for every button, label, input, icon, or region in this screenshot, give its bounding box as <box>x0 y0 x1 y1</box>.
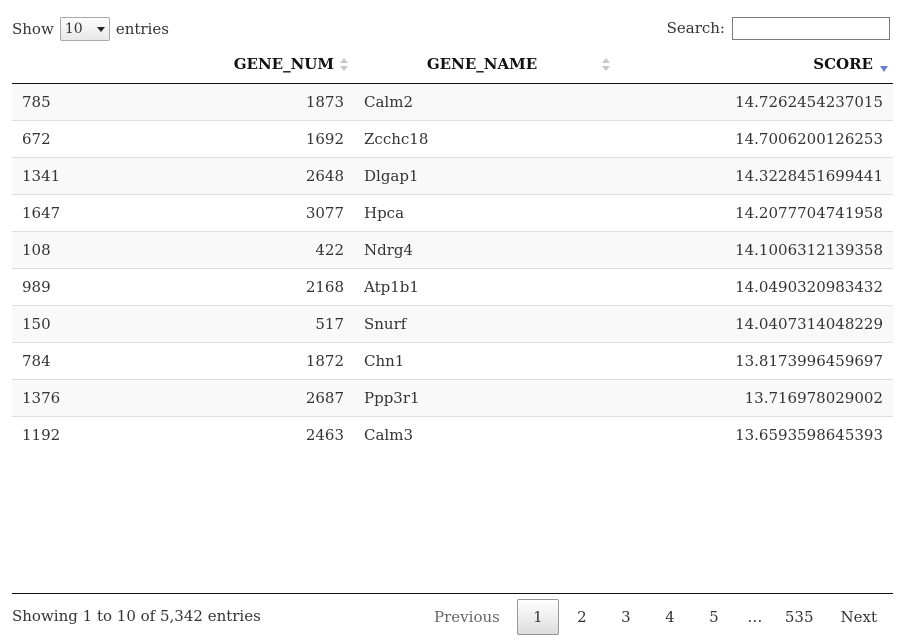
header-score[interactable]: SCORE <box>610 45 893 84</box>
cell-index: 1647 <box>12 194 104 232</box>
header-score-label: SCORE <box>813 55 873 73</box>
cell-score: 13.6593598645393 <box>610 416 893 453</box>
cell-score: 14.0490320983432 <box>610 268 893 306</box>
cell-gene-num: 2687 <box>104 379 354 417</box>
cell-score: 13.716978029002 <box>610 379 893 417</box>
table-row[interactable]: 1192 2463 Calm3 13.6593598645393 <box>12 416 893 453</box>
cell-gene-name: Calm2 <box>354 83 610 121</box>
cell-index: 1192 <box>12 416 104 453</box>
header-index <box>12 45 104 84</box>
cell-index: 1341 <box>12 157 104 195</box>
cell-score: 14.1006312139358 <box>610 231 893 269</box>
chevron-down-icon <box>96 26 105 32</box>
pagination: Previous 1 2 3 4 5 … 535 Next <box>417 598 892 636</box>
sort-desc-icon <box>880 66 888 72</box>
cell-index: 108 <box>12 231 104 269</box>
page-button-2[interactable]: 2 <box>561 599 603 635</box>
entries-per-page-select[interactable]: 10 <box>59 17 110 41</box>
cell-gene-name: Snurf <box>354 305 610 343</box>
table-row[interactable]: 108 422 Ndrg4 14.1006312139358 <box>12 231 893 269</box>
pagination-ellipsis: … <box>747 608 763 626</box>
cell-gene-num: 1692 <box>104 120 354 158</box>
cell-score: 14.7006200126253 <box>610 120 893 158</box>
cell-index: 785 <box>12 83 104 121</box>
cell-gene-name: Ndrg4 <box>354 231 610 269</box>
cell-gene-name: Ppp3r1 <box>354 379 610 417</box>
table-row[interactable]: 1376 2687 Ppp3r1 13.716978029002 <box>12 379 893 417</box>
cell-gene-num: 422 <box>104 231 354 269</box>
entries-label: entries <box>115 20 169 38</box>
page-button-3[interactable]: 3 <box>605 599 647 635</box>
cell-gene-name: Calm3 <box>354 416 610 453</box>
cell-score: 14.2077704741958 <box>610 194 893 232</box>
page-button-4[interactable]: 4 <box>649 599 691 635</box>
cell-gene-num: 517 <box>104 305 354 343</box>
previous-page-button[interactable]: Previous <box>419 599 515 635</box>
table-row[interactable]: 785 1873 Calm2 14.7262454237015 <box>12 83 893 121</box>
table-row[interactable]: 989 2168 Atp1b1 14.0490320983432 <box>12 268 893 306</box>
cell-gene-num: 1872 <box>104 342 354 380</box>
header-gene-name[interactable]: GENE_NAME <box>354 45 610 84</box>
entries-per-page-value: 10 <box>64 21 83 37</box>
search-label: Search: <box>666 19 725 37</box>
cell-index: 150 <box>12 305 104 343</box>
sort-both-icon <box>602 58 610 72</box>
table-row[interactable]: 1647 3077 Hpca 14.2077704741958 <box>12 194 893 232</box>
table-info: Showing 1 to 10 of 5,342 entries <box>12 607 261 625</box>
cell-score: 13.8173996459697 <box>610 342 893 380</box>
cell-index: 672 <box>12 120 104 158</box>
table-body: 785 1873 Calm2 14.7262454237015 672 1692… <box>12 83 893 453</box>
header-gene-num[interactable]: GENE_NUM <box>104 45 354 84</box>
cell-index: 784 <box>12 342 104 380</box>
show-label: Show <box>12 20 54 38</box>
next-page-button[interactable]: Next <box>826 599 893 635</box>
header-gene-num-label: GENE_NUM <box>233 55 334 73</box>
cell-gene-num: 2463 <box>104 416 354 453</box>
entries-length-control: Show 10 entries <box>12 16 169 42</box>
cell-gene-num: 3077 <box>104 194 354 232</box>
cell-gene-name: Chn1 <box>354 342 610 380</box>
table-row[interactable]: 672 1692 Zcchc18 14.7006200126253 <box>12 120 893 158</box>
data-table: GENE_NUM GENE_NAME SCORE 785 1873 Calm2 … <box>12 45 893 453</box>
cell-index: 1376 <box>12 379 104 417</box>
search-control: Search: <box>667 16 890 40</box>
table-row[interactable]: 1341 2648 Dlgap1 14.3228451699441 <box>12 157 893 195</box>
table-bottom-divider <box>12 593 893 594</box>
table-row[interactable]: 150 517 Snurf 14.0407314048229 <box>12 305 893 343</box>
cell-gene-name: Hpca <box>354 194 610 232</box>
cell-gene-name: Zcchc18 <box>354 120 610 158</box>
page-button-last[interactable]: 535 <box>775 599 824 635</box>
table-row[interactable]: 784 1872 Chn1 13.8173996459697 <box>12 342 893 380</box>
page-button-1[interactable]: 1 <box>516 599 559 635</box>
cell-gene-num: 2168 <box>104 268 354 306</box>
cell-score: 14.7262454237015 <box>610 83 893 121</box>
search-input[interactable] <box>732 16 890 40</box>
page-button-5[interactable]: 5 <box>693 599 735 635</box>
sort-both-icon <box>340 58 348 72</box>
cell-index: 989 <box>12 268 104 306</box>
cell-score: 14.0407314048229 <box>610 305 893 343</box>
cell-gene-name: Dlgap1 <box>354 157 610 195</box>
header-gene-name-label: GENE_NAME <box>426 55 538 73</box>
cell-gene-num: 2648 <box>104 157 354 195</box>
table-header-row: GENE_NUM GENE_NAME SCORE <box>12 45 893 84</box>
cell-gene-name: Atp1b1 <box>354 268 610 306</box>
cell-gene-num: 1873 <box>104 83 354 121</box>
cell-score: 14.3228451699441 <box>610 157 893 195</box>
